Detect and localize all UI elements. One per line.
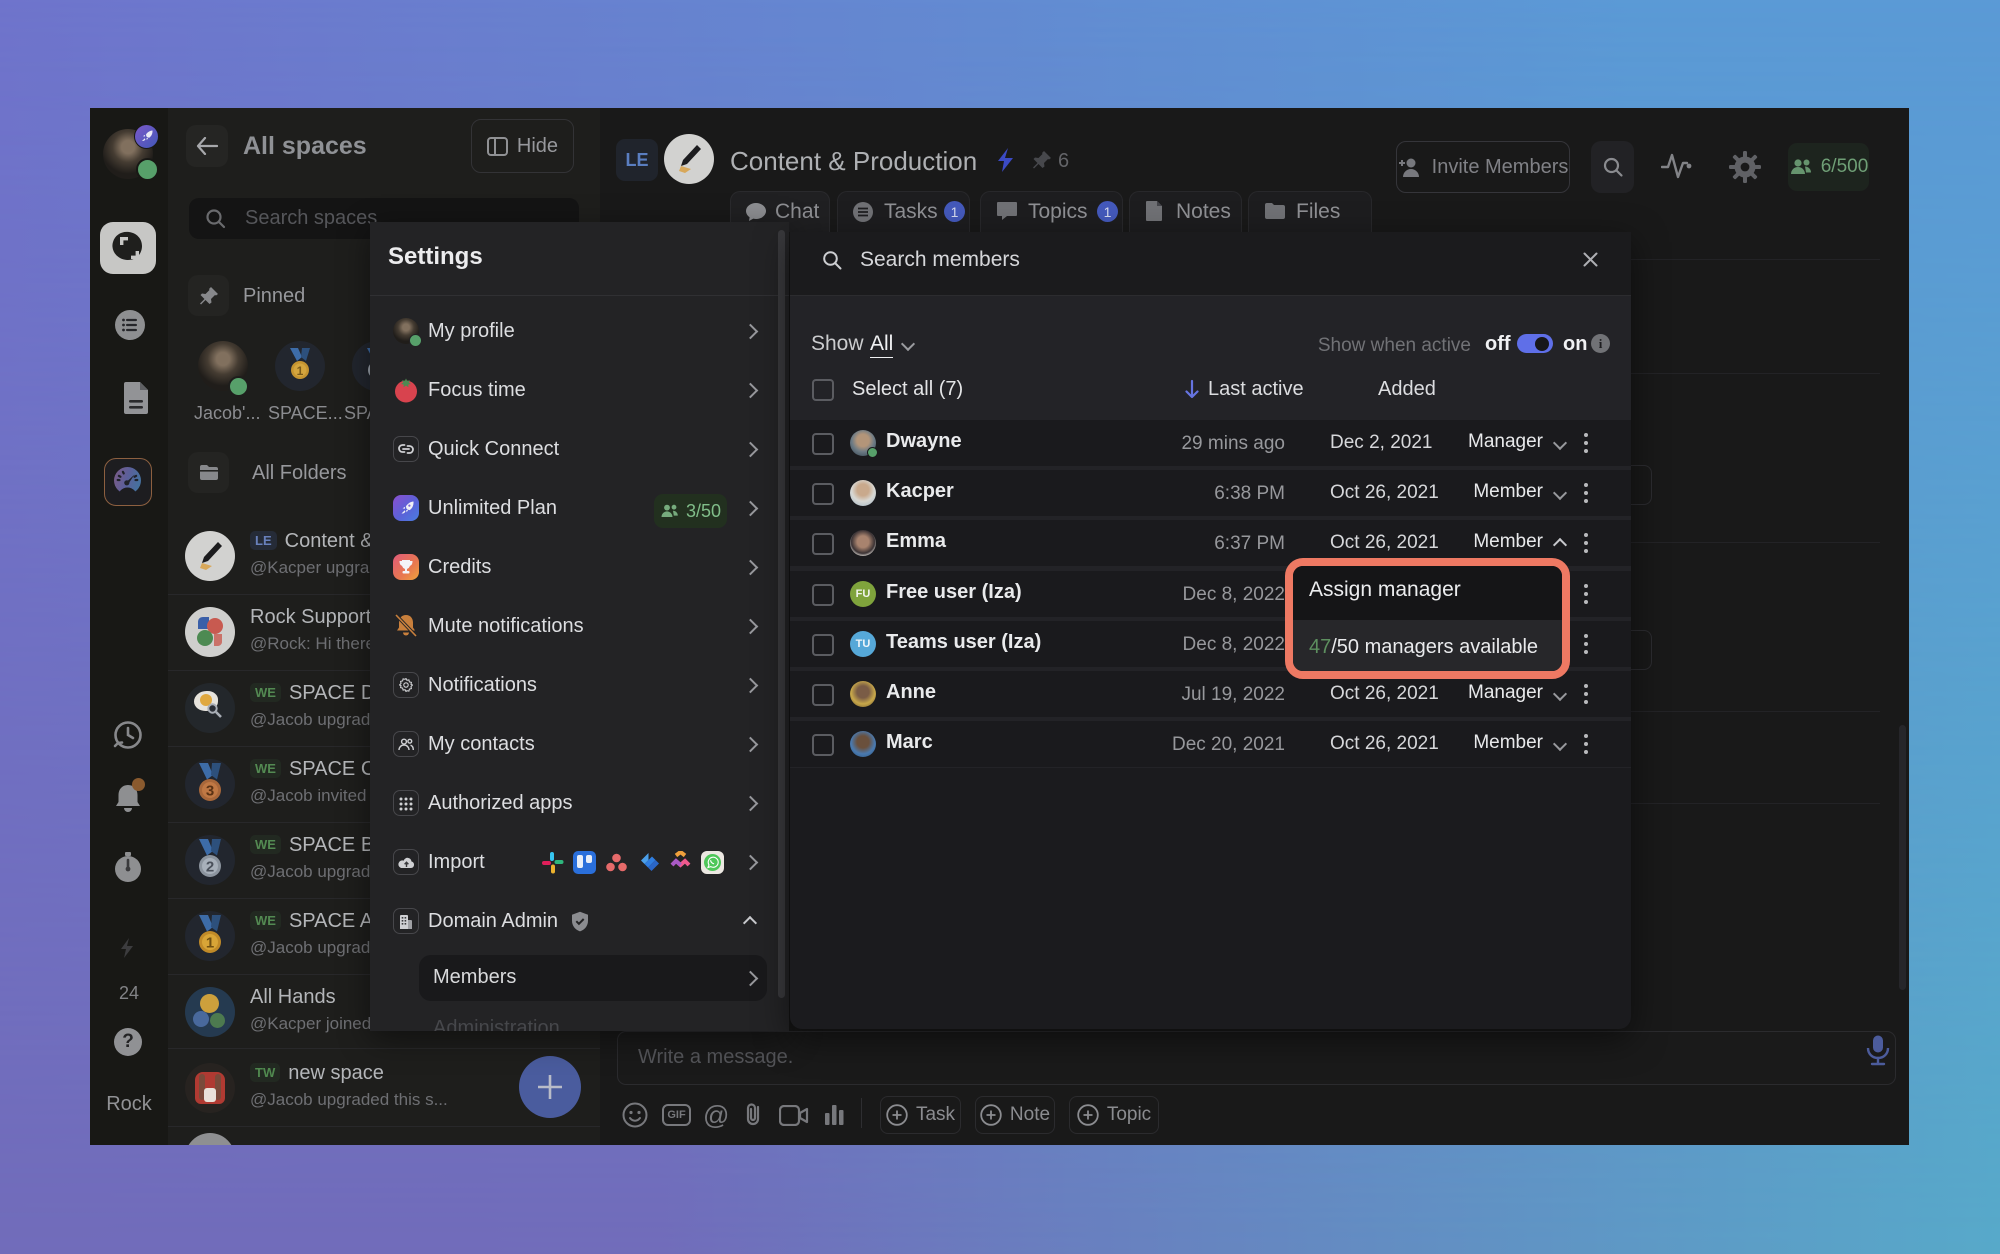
svg-text:3: 3 xyxy=(206,783,214,800)
svg-text:2: 2 xyxy=(206,859,214,876)
svg-text:1: 1 xyxy=(206,935,214,952)
svg-text:1: 1 xyxy=(297,364,304,378)
